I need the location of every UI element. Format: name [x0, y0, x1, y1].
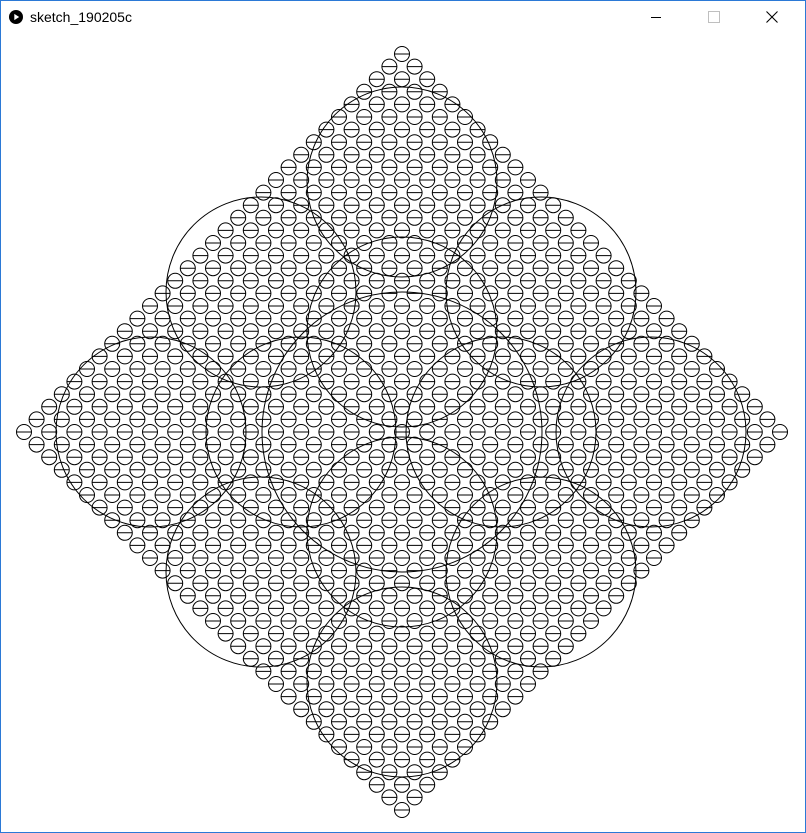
maximize-button[interactable] [691, 1, 737, 32]
close-icon [766, 10, 778, 23]
circle-fractal-drawing [16, 46, 789, 818]
maximize-icon [708, 10, 720, 23]
large-circle-11 [306, 436, 498, 628]
window-title: sketch_190205c [30, 9, 132, 25]
large-circle-5 [165, 476, 357, 668]
title-bar[interactable]: sketch_190205c [1, 1, 805, 32]
small-circle-grid [16, 46, 789, 818]
play-icon [9, 10, 23, 24]
sketch-window: sketch_190205c [0, 0, 806, 833]
large-circle-8 [306, 236, 498, 428]
pattern-group [16, 46, 789, 818]
close-button[interactable] [749, 1, 795, 32]
minimize-button[interactable] [633, 1, 679, 32]
large-circle-1 [165, 196, 357, 388]
sketch-canvas[interactable] [1, 32, 805, 832]
minimize-icon [650, 11, 662, 23]
